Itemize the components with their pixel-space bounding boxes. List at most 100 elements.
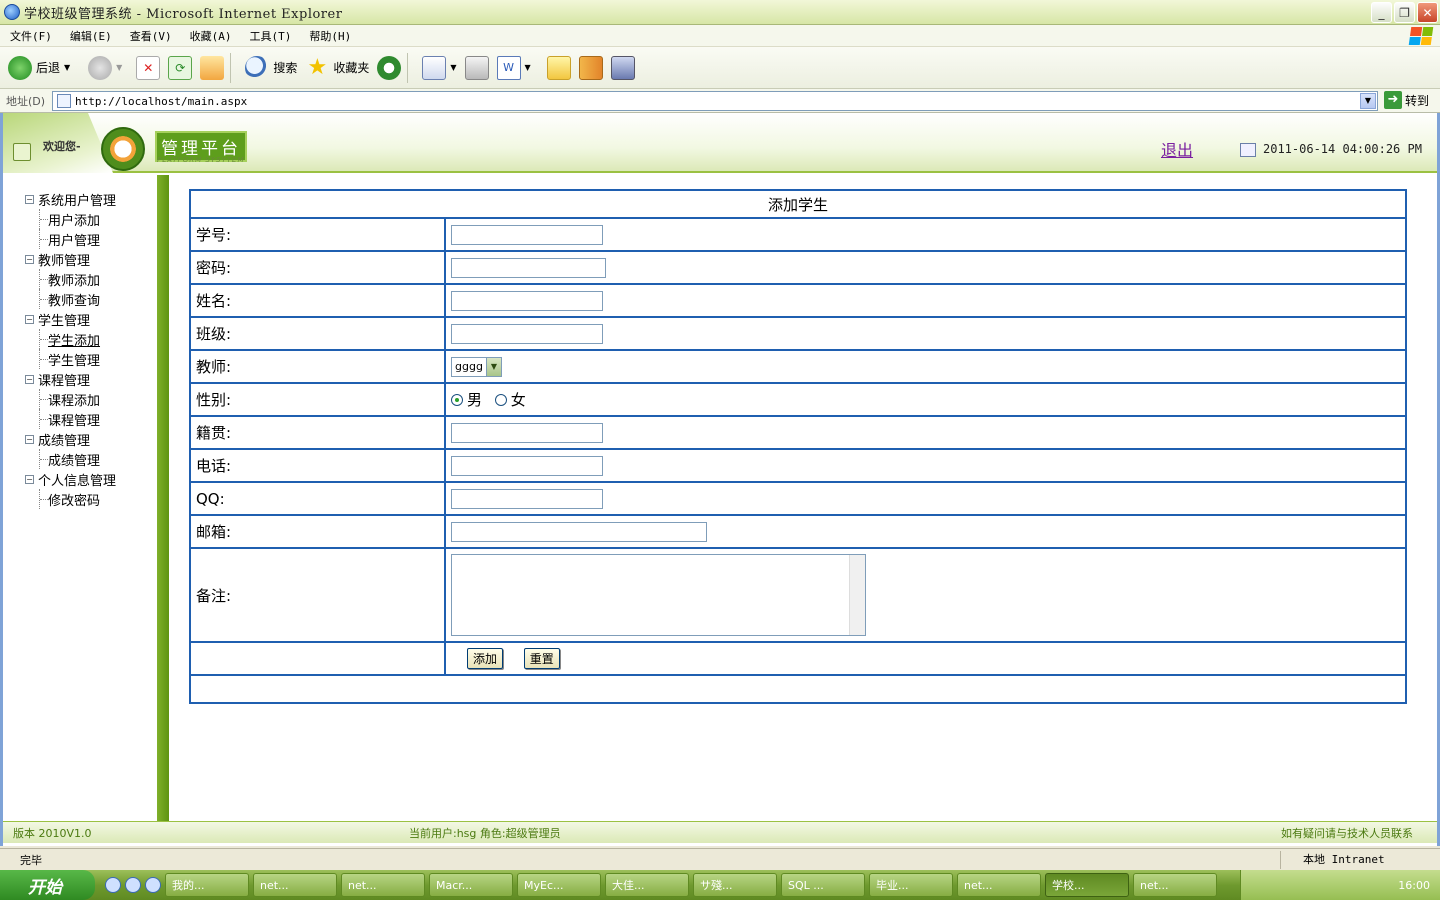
forward-button[interactable]: ▼ (78, 55, 122, 80)
taskbar-task[interactable]: Macr... (429, 873, 513, 897)
collapse-icon[interactable]: − (25, 254, 34, 264)
home-button[interactable] (200, 55, 225, 80)
collapse-icon[interactable]: − (25, 194, 34, 204)
menu-file[interactable]: 文件(F) (0, 28, 60, 44)
teacher-select[interactable]: gggg ▼ (451, 356, 502, 377)
taskbar-task[interactable]: net... (341, 873, 425, 897)
start-button[interactable]: 开始 (0, 870, 95, 900)
reset-button[interactable]: 重置 (523, 648, 560, 669)
collapse-icon[interactable]: − (25, 474, 34, 484)
nav-item-grade-manage[interactable]: 成绩管理 (39, 449, 116, 469)
taskbar-task[interactable]: net... (253, 873, 337, 897)
nav-item-student-add[interactable]: 学生添加 (39, 329, 116, 349)
taskbar-task[interactable]: サ殘... (693, 873, 777, 897)
nav-group-courses[interactable]: − 课程管理 (25, 369, 116, 389)
status-text: 完毕 (20, 853, 42, 867)
nav-group-grades[interactable]: − 成绩管理 (25, 429, 116, 449)
textarea-scrollbar[interactable] (849, 555, 865, 635)
title-bar[interactable]: 学校班级管理系统 - Microsoft Internet Explorer _… (0, 0, 1440, 25)
collapse-icon[interactable]: − (25, 434, 34, 444)
nav-group-teachers[interactable]: − 教师管理 (25, 249, 116, 269)
taskbar-task[interactable]: MyEc... (517, 873, 601, 897)
nav-item-course-add[interactable]: 课程添加 (39, 389, 116, 409)
messenger-button[interactable] (610, 55, 635, 80)
edit-button[interactable]: W ▼ (496, 55, 531, 80)
name-input[interactable] (451, 290, 603, 311)
maximize-button[interactable]: ❐ (1394, 2, 1415, 23)
radio-checked[interactable] (451, 393, 463, 406)
nav-item-user-manage[interactable]: 用户管理 (39, 229, 116, 249)
gender-female-radio[interactable]: 女 (494, 389, 526, 410)
nav-group-students[interactable]: − 学生管理 (25, 309, 116, 329)
phone-input[interactable] (451, 455, 603, 476)
search-icon (245, 55, 270, 80)
menu-edit[interactable]: 编辑(E) (60, 28, 120, 44)
mail-button[interactable]: ▼ (422, 55, 457, 80)
nav-item-course-manage[interactable]: 课程管理 (39, 409, 116, 429)
nav-group-system-users[interactable]: − 系统用户管理 (25, 189, 116, 209)
taskbar-task[interactable]: 我的... (165, 873, 249, 897)
address-box[interactable]: ▼ (52, 91, 1378, 111)
chevron-down-icon: ▼ (524, 63, 531, 72)
qq-input[interactable] (451, 488, 603, 509)
minimize-button[interactable]: _ (1371, 2, 1392, 23)
discuss-button[interactable] (539, 55, 571, 80)
ie-icon (4, 4, 20, 20)
back-button[interactable]: 后退 ▼ (8, 55, 70, 80)
taskbar-task[interactable]: SQL ... (781, 873, 865, 897)
add-button[interactable]: 添加 (467, 648, 504, 669)
chevron-down-icon[interactable]: ▼ (485, 357, 501, 376)
student-id-input[interactable] (451, 224, 603, 245)
nav-divider[interactable] (157, 175, 169, 823)
taskbar-task[interactable]: net... (1133, 873, 1217, 897)
chevron-down-icon[interactable]: ▼ (1360, 93, 1376, 109)
nav-item-student-manage[interactable]: 学生管理 (39, 349, 116, 369)
stop-button[interactable]: ✕ (130, 55, 161, 80)
book-icon (578, 55, 603, 80)
menu-tools[interactable]: 工具(T) (240, 28, 300, 44)
nav-item-change-password[interactable]: 修改密码 (39, 489, 116, 509)
collapse-icon[interactable]: − (25, 374, 34, 384)
desktop-icon[interactable] (105, 877, 121, 893)
go-button[interactable]: ➜ 转到 (1384, 91, 1429, 109)
nav-group-label: 教师管理 (38, 253, 91, 269)
nav-item-teacher-add[interactable]: 教师添加 (39, 269, 116, 289)
clock[interactable]: 16:00 (1398, 879, 1430, 892)
taskbar-task-active[interactable]: 学校... (1045, 873, 1129, 897)
gender-male-radio[interactable]: 男 (451, 389, 482, 410)
ie-icon[interactable] (125, 877, 141, 893)
taskbar-task[interactable]: 大佳... (605, 873, 689, 897)
remark-textarea[interactable] (451, 554, 866, 636)
menu-favorites[interactable]: 收藏(A) (180, 28, 240, 44)
nav-tree: − 系统用户管理 用户添加 用户管理 − 教师管理 教师添加 教师查询 − 学生管理 … (25, 189, 116, 509)
nav-group-personal[interactable]: − 个人信息管理 (25, 469, 116, 489)
page-content: 欢迎您- 管理平台 PLATFORM SYSYTEM 退出 2011-06-14… (0, 113, 1440, 846)
history-button[interactable] (377, 55, 402, 80)
logout-link[interactable]: 退出 (1161, 137, 1193, 161)
native-input[interactable] (451, 422, 603, 443)
menu-help[interactable]: 帮助(H) (299, 28, 359, 44)
class-input[interactable] (451, 323, 603, 344)
favorites-button[interactable]: ★ 收藏夹 (305, 55, 369, 80)
password-input[interactable] (451, 257, 606, 278)
search-button[interactable]: 搜索 (245, 55, 297, 80)
radio-unchecked[interactable] (494, 393, 507, 406)
nav-item-user-add[interactable]: 用户添加 (39, 209, 116, 229)
nav-item-teacher-query[interactable]: 教师查询 (39, 289, 116, 309)
email-input[interactable] (451, 521, 707, 542)
collapse-icon[interactable]: − (25, 314, 34, 324)
menu-view[interactable]: 查看(V) (120, 28, 180, 44)
stop-icon: ✕ (136, 55, 161, 80)
gender-female-label: 女 (510, 391, 526, 409)
taskbar-task[interactable]: net... (957, 873, 1041, 897)
research-button[interactable] (578, 55, 603, 80)
note-icon (546, 55, 571, 80)
print-button[interactable] (464, 55, 489, 80)
email-label: 邮箱: (189, 514, 446, 549)
close-button[interactable]: ✕ (1417, 2, 1438, 23)
media-icon[interactable] (145, 877, 161, 893)
version-text: 版本 2010V1.0 (13, 826, 92, 840)
taskbar-task[interactable]: 毕业... (869, 873, 953, 897)
address-input[interactable] (75, 94, 1345, 108)
refresh-button[interactable]: ⟳ (168, 55, 193, 80)
